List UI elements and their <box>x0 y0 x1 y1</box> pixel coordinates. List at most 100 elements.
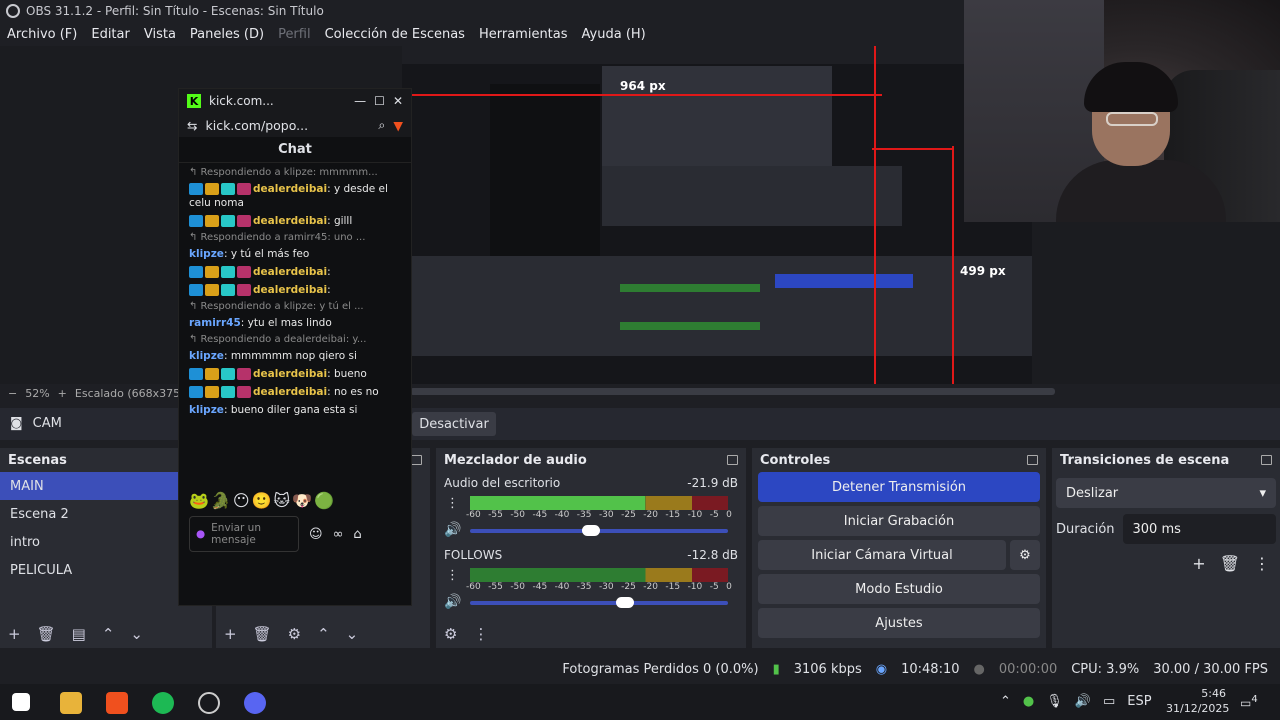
user-badge-icon <box>221 266 235 278</box>
studio-mode-button[interactable]: Modo Estudio <box>758 574 1040 604</box>
emote-icon[interactable]: ☺ <box>309 527 323 542</box>
chat-text: : <box>327 284 331 296</box>
tray-app-icon[interactable]: ● <box>1023 694 1034 709</box>
zoom-minus[interactable]: − <box>8 387 17 400</box>
chat-username[interactable]: dealerdeibai <box>253 386 327 398</box>
undock-icon[interactable] <box>411 455 422 465</box>
slider-knob[interactable] <box>582 525 601 536</box>
settings-button[interactable]: Ajustes <box>758 608 1040 638</box>
zoom-plus[interactable]: + <box>58 387 67 400</box>
chat-username[interactable]: dealerdeibai <box>253 215 327 227</box>
preview-scrollbar[interactable] <box>410 388 1055 395</box>
discord-icon[interactable] <box>244 692 266 714</box>
file-explorer-icon[interactable] <box>60 692 82 714</box>
chat-username[interactable]: klipze <box>189 350 224 362</box>
undock-icon[interactable] <box>727 455 738 465</box>
user-badge-icon <box>221 284 235 296</box>
remove-scene-icon[interactable]: 🗑 <box>37 625 56 643</box>
volume-slider[interactable] <box>470 597 728 608</box>
transition-select[interactable]: Deslizar ▾ <box>1056 478 1276 508</box>
source-up-icon[interactable]: ⌃ <box>317 625 330 643</box>
move-down-icon[interactable]: ⌄ <box>130 625 143 643</box>
spotify-icon[interactable] <box>152 692 174 714</box>
user-badge-icon <box>205 386 219 398</box>
chat-input[interactable]: ● Enviar un mensaje <box>189 516 299 552</box>
move-up-icon[interactable]: ⌃ <box>102 625 115 643</box>
maximize-icon[interactable]: ☐ <box>374 94 385 108</box>
user-badge-icon <box>205 183 219 195</box>
language[interactable]: ESP <box>1127 694 1151 709</box>
zoom-icon[interactable]: ⌕ <box>378 117 385 133</box>
site-info-icon[interactable]: ⇆ <box>187 118 197 133</box>
source-down-icon[interactable]: ⌄ <box>346 625 359 643</box>
chat-username[interactable]: ramirr45 <box>189 317 241 329</box>
minimize-icon[interactable]: — <box>354 94 366 108</box>
start-recording-button[interactable]: Iniciar Grabación <box>758 506 1040 536</box>
chat-message: klipze: mmmmmm nop qiero si <box>179 347 411 365</box>
scale-tick: -45 <box>532 582 548 592</box>
speaker-icon[interactable]: 🔊 <box>444 522 461 538</box>
channel-menu-icon[interactable]: ⋮ <box>446 496 459 511</box>
close-icon[interactable]: ✕ <box>393 94 403 108</box>
duration-input[interactable]: 300 ms <box>1122 514 1276 544</box>
chat-username[interactable]: dealerdeibai <box>253 183 327 195</box>
mic-tray-icon[interactable]: 🎙 <box>1046 694 1063 709</box>
chat-username[interactable]: dealerdeibai <box>253 284 327 296</box>
user-badge-icon <box>189 183 203 195</box>
user-badge-icon <box>237 386 251 398</box>
brave-browser-icon[interactable] <box>106 692 128 714</box>
network-icon[interactable]: ▭ <box>1103 694 1115 709</box>
volume-slider[interactable] <box>470 525 728 536</box>
menu-perfil[interactable]: Perfil <box>271 27 318 42</box>
menu-paneles[interactable]: Paneles (D) <box>183 27 271 42</box>
windows-start-icon[interactable] <box>12 693 30 711</box>
stop-stream-button[interactable]: Detener Transmisión <box>758 472 1040 502</box>
remove-transition-icon[interactable]: 🗑 <box>1220 554 1240 573</box>
url-bar[interactable]: kick.com/popo... <box>205 118 308 133</box>
chat-username[interactable]: dealerdeibai <box>253 266 327 278</box>
filters-icon[interactable]: ▤ <box>72 625 86 643</box>
channel-db: -21.9 dB <box>687 476 738 490</box>
add-transition-icon[interactable]: + <box>1192 554 1205 573</box>
chat-text: : <box>327 266 331 278</box>
chat-username[interactable]: dealerdeibai <box>253 368 327 380</box>
add-source-icon[interactable]: + <box>224 625 237 643</box>
browser-tab-title: kick.com... <box>209 94 274 108</box>
chat-username[interactable]: klipze <box>189 404 224 416</box>
transitions-title: Transiciones de escena <box>1060 452 1230 468</box>
mixer-menu-icon[interactable]: ⋮ <box>473 625 488 643</box>
chat-popup-window: K kick.com... — ☐ ✕ ⇆ kick.com/popo... ⌕… <box>178 88 412 606</box>
brave-shield-icon[interactable]: ▼ <box>393 118 403 133</box>
menu-editar[interactable]: Editar <box>84 27 137 42</box>
source-settings-icon[interactable]: ⚙ <box>288 625 301 643</box>
transition-menu-icon[interactable]: ⋮ <box>1254 554 1270 573</box>
tray-chevron-icon[interactable]: ⌃ <box>1000 694 1011 709</box>
menu-archivo[interactable]: Archivo (F) <box>0 27 84 42</box>
mixer-settings-icon[interactable]: ⚙ <box>444 625 457 643</box>
menu-ayuda[interactable]: Ayuda (H) <box>575 27 653 42</box>
mic-icon[interactable]: ● <box>196 528 205 540</box>
store-icon[interactable]: ⌂ <box>353 527 361 542</box>
slider-knob[interactable] <box>615 597 634 608</box>
infinity-icon[interactable]: ∞ <box>333 527 344 542</box>
menu-vista[interactable]: Vista <box>137 27 183 42</box>
start-virtual-camera-button[interactable]: Iniciar Cámara Virtual <box>758 540 1006 570</box>
undock-icon[interactable] <box>1027 455 1038 465</box>
chat-reply-context: ↰ Respondiendo a klipze: mmmmm... <box>189 167 378 178</box>
undock-icon[interactable] <box>1261 455 1272 465</box>
chat-username[interactable]: klipze <box>189 248 224 260</box>
menu-coleccion[interactable]: Colección de Escenas <box>318 27 472 42</box>
menu-herramientas[interactable]: Herramientas <box>472 27 575 42</box>
obs-taskbar-icon[interactable] <box>198 692 220 714</box>
kick-logo-icon: K <box>187 94 201 108</box>
notifications-icon[interactable]: ▭4 <box>1240 694 1258 710</box>
deactivate-button[interactable]: Desactivar <box>412 412 496 436</box>
clock[interactable]: 5:46 31/12/2025 <box>1166 686 1229 716</box>
channel-menu-icon[interactable]: ⋮ <box>446 568 459 583</box>
remove-source-icon[interactable]: 🗑 <box>253 625 272 643</box>
speaker-icon[interactable]: 🔊 <box>444 594 461 610</box>
emote-bar[interactable]: 🐸🐊😶🙂🐱🐶🟢 <box>179 485 411 516</box>
virtual-camera-settings-icon[interactable]: ⚙ <box>1010 540 1040 570</box>
volume-tray-icon[interactable]: 🔊 <box>1075 694 1091 709</box>
add-scene-icon[interactable]: + <box>8 625 21 643</box>
